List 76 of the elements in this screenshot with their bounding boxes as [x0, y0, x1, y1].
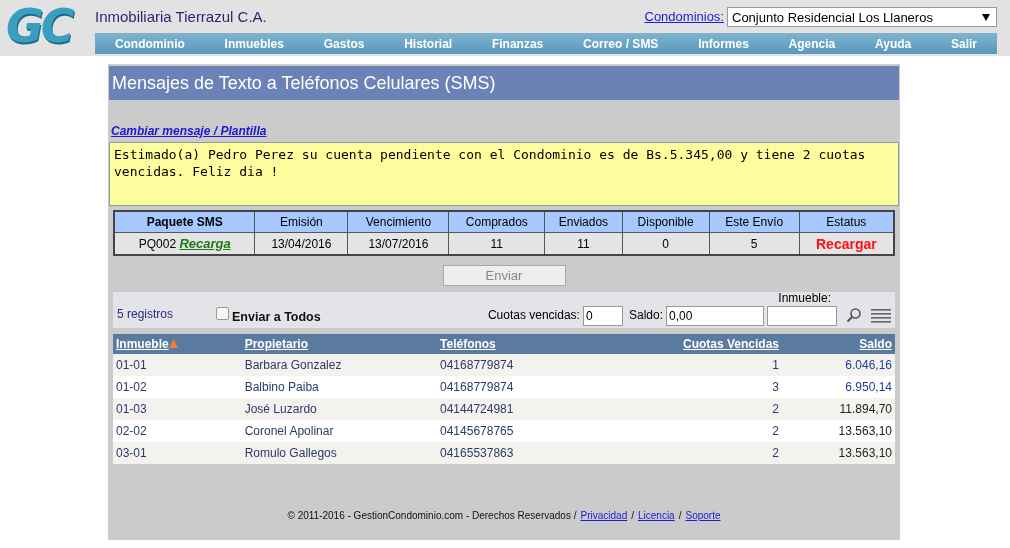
copyright-text: © 2011-2016 - GestionCondominio.com - Derechos Reservados / [287, 510, 577, 521]
table-cell: 6.950,14 [782, 376, 895, 398]
nav-item[interactable]: Salir [951, 36, 977, 51]
column-header-link[interactable]: Propietario [244, 337, 309, 351]
condominios-link[interactable]: Condominios: [644, 9, 724, 24]
unit-label: Inmueble: [778, 291, 831, 305]
table-cell: 02-02 [113, 420, 242, 442]
separator: / [678, 510, 682, 521]
nav-item[interactable]: Informes [698, 36, 749, 51]
overdue-label: Cuotas vencidas: [487, 308, 580, 322]
table-cell: 04145678765 [437, 420, 588, 442]
record-count: 5 registros [117, 307, 174, 321]
column-header: Este Envío [709, 211, 800, 233]
table-cell: 01-01 [113, 354, 242, 376]
condominio-dropdown[interactable]: Conjunto Residencial Los Llaneros [727, 6, 997, 27]
column-header: Emisión [254, 211, 348, 233]
table-cell: 03-01 [113, 442, 242, 464]
page-title: Mensajes de Texto a Teléfonos Celulares (SMS) [109, 66, 899, 100]
table-cell: 13.563,10 [782, 420, 895, 442]
table-cell: 04168779874 [437, 354, 588, 376]
column-header-link[interactable]: Inmueble [116, 337, 169, 351]
table-cell: Romulo Gallegos [241, 442, 437, 464]
send-all-label: Enviar a Todos [232, 310, 321, 324]
separator: / [631, 510, 634, 521]
table-cell: 2 [588, 442, 783, 464]
table-cell: 04144724981 [437, 398, 588, 420]
recharge-link[interactable]: Recarga [179, 236, 231, 251]
column-header-link[interactable]: Saldo [859, 337, 892, 351]
nav-item[interactable]: Gastos [323, 36, 365, 51]
template-link[interactable]: Cambiar mensaje / Plantilla [111, 124, 267, 138]
table-cell: 2 [588, 420, 783, 442]
column-header: Paquete SMS [114, 211, 255, 233]
sort-up-icon [168, 339, 178, 348]
unit-field[interactable] [767, 306, 837, 326]
column-header: Estatus [799, 211, 894, 233]
menu-icon[interactable] [871, 309, 891, 323]
nav-item[interactable]: Condominio [114, 36, 185, 51]
table-cell: 04165537863 [437, 442, 588, 464]
table-cell: 04168779874 [437, 376, 588, 398]
column-header: Comprados [448, 211, 545, 233]
column-header-link[interactable]: Teléfonos [440, 337, 496, 351]
package-code: PQ002 [138, 237, 177, 251]
balance-field[interactable]: 0,00 [666, 306, 764, 326]
nav-item[interactable]: Historial [404, 36, 453, 51]
table-cell: 3 [588, 376, 783, 398]
table-cell: 6.046,16 [782, 354, 895, 376]
table-cell: Coronel Apolinar [241, 420, 437, 442]
logo: GC [5, 0, 74, 55]
table-cell: Balbino Paiba [241, 376, 437, 398]
table-cell: José Luzardo [241, 398, 437, 420]
column-header-link[interactable]: Cuotas Vencidas [683, 337, 780, 351]
footer-link[interactable]: Licencia [638, 510, 675, 521]
column-header: Vencimiento [347, 211, 449, 233]
checkbox[interactable] [216, 307, 230, 320]
footer-link[interactable]: Soporte [685, 510, 721, 521]
caret-icon [982, 13, 990, 21]
column-header: Enviados [544, 211, 623, 233]
table-cell: 01-02 [113, 376, 242, 398]
table-cell: 13.563,10 [782, 442, 895, 464]
column-header: Disponible [622, 211, 710, 233]
overdue-field[interactable]: 0 [582, 306, 623, 326]
footer-link[interactable]: Privacidad [580, 510, 628, 521]
balance-label: Saldo: [628, 308, 663, 322]
nav-item[interactable]: Finanzas [491, 36, 544, 51]
table-cell: 01-03 [113, 398, 242, 420]
nav-item[interactable]: Ayuda [875, 36, 912, 51]
nav-item[interactable]: Inmuebles [224, 36, 284, 51]
nav-item[interactable]: Agencia [788, 36, 836, 51]
table-cell: Barbara Gonzalez [241, 354, 437, 376]
table-cell: 11.894,70 [782, 398, 895, 420]
company-name: Inmobiliaria Tierrazul C.A. [95, 8, 267, 25]
nav-item[interactable]: Correo / SMS [583, 36, 659, 51]
table-cell: 1 [588, 354, 783, 376]
message-field[interactable]: Estimado(a) Pedro Perez su cuenta pendiente con el Condominio es de Bs.5.345,00 y tiene 2 cuotas vencidas. Feliz dia ! [109, 142, 899, 206]
search-icon[interactable] [846, 307, 862, 323]
table-cell: 2 [588, 398, 783, 420]
